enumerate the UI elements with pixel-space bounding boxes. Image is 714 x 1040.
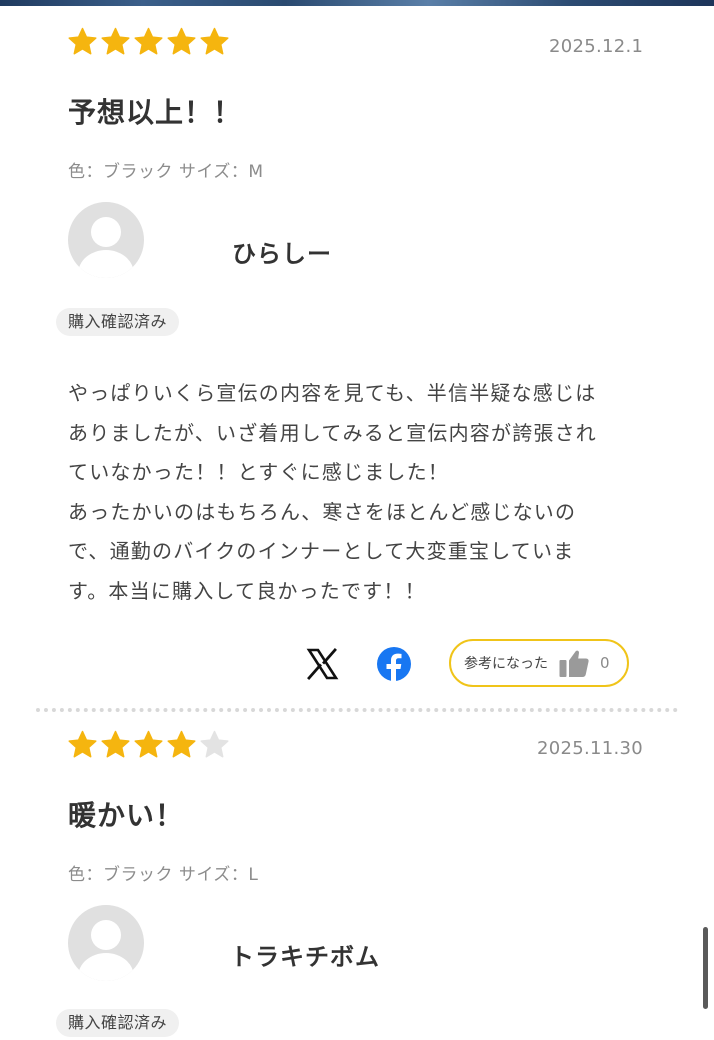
star-empty-icon (200, 730, 229, 758)
top-image-strip (0, 0, 714, 6)
star-filled-icon (134, 730, 163, 758)
review-date: 2025.11.30 (537, 738, 644, 759)
thumbs-up-icon (558, 647, 590, 679)
review-title: 暖かい！ (68, 799, 185, 832)
avatar (68, 905, 144, 981)
helpful-label: 参考になった (464, 656, 548, 672)
review-body-line: あったかいのはもちろん、寒さをほとんど感じないの (68, 499, 577, 524)
verified-purchase-badge: 購入確認済み (56, 1009, 180, 1037)
review-body: やっぱりいくら宣伝の内容を見ても、半信半疑な感じは ありましたが、いざ着用してみ… (68, 374, 653, 612)
rating-stars (68, 27, 229, 57)
star-filled-icon (167, 27, 196, 55)
x-share-icon[interactable] (305, 647, 339, 681)
helpful-count: 0 (600, 654, 610, 672)
review-title: 予想以上！！ (68, 96, 243, 129)
star-filled-icon (101, 27, 130, 55)
facebook-share-icon[interactable] (376, 646, 412, 682)
review-body-line: で、通勤のバイクのインナーとして大変重宝していま (68, 539, 575, 564)
verified-purchase-badge: 購入確認済み (56, 308, 180, 336)
rating-stars (68, 730, 229, 760)
review-divider (36, 708, 678, 712)
review-variant: 色：ブラック サイズ：L (68, 865, 259, 885)
star-filled-icon (101, 730, 130, 758)
avatar (68, 202, 144, 278)
star-filled-icon (134, 27, 163, 55)
reviewer-name: トラキチボム (230, 943, 380, 971)
review-date: 2025.12.1 (549, 36, 644, 57)
scrollbar-thumb[interactable] (703, 927, 708, 1009)
helpful-button[interactable]: 参考になった 0 (449, 639, 629, 687)
review-body-line: やっぱりいくら宣伝の内容を見ても、半信半疑な感じは (68, 381, 597, 405)
reviewer-name: ひらしー (232, 240, 332, 268)
star-filled-icon (68, 730, 97, 758)
star-filled-icon (200, 27, 229, 55)
review-body-line: す。本当に購入して良かったです！！ (68, 578, 426, 603)
review-body-line: ていなかった！！とすぐに感じました！ (68, 460, 449, 485)
review-variant: 色：ブラック サイズ：M (68, 162, 264, 182)
star-filled-icon (68, 27, 97, 55)
review-body-line: ありましたが、いざ着用してみると宣伝内容が誇張され (68, 420, 597, 445)
star-filled-icon (167, 730, 196, 758)
